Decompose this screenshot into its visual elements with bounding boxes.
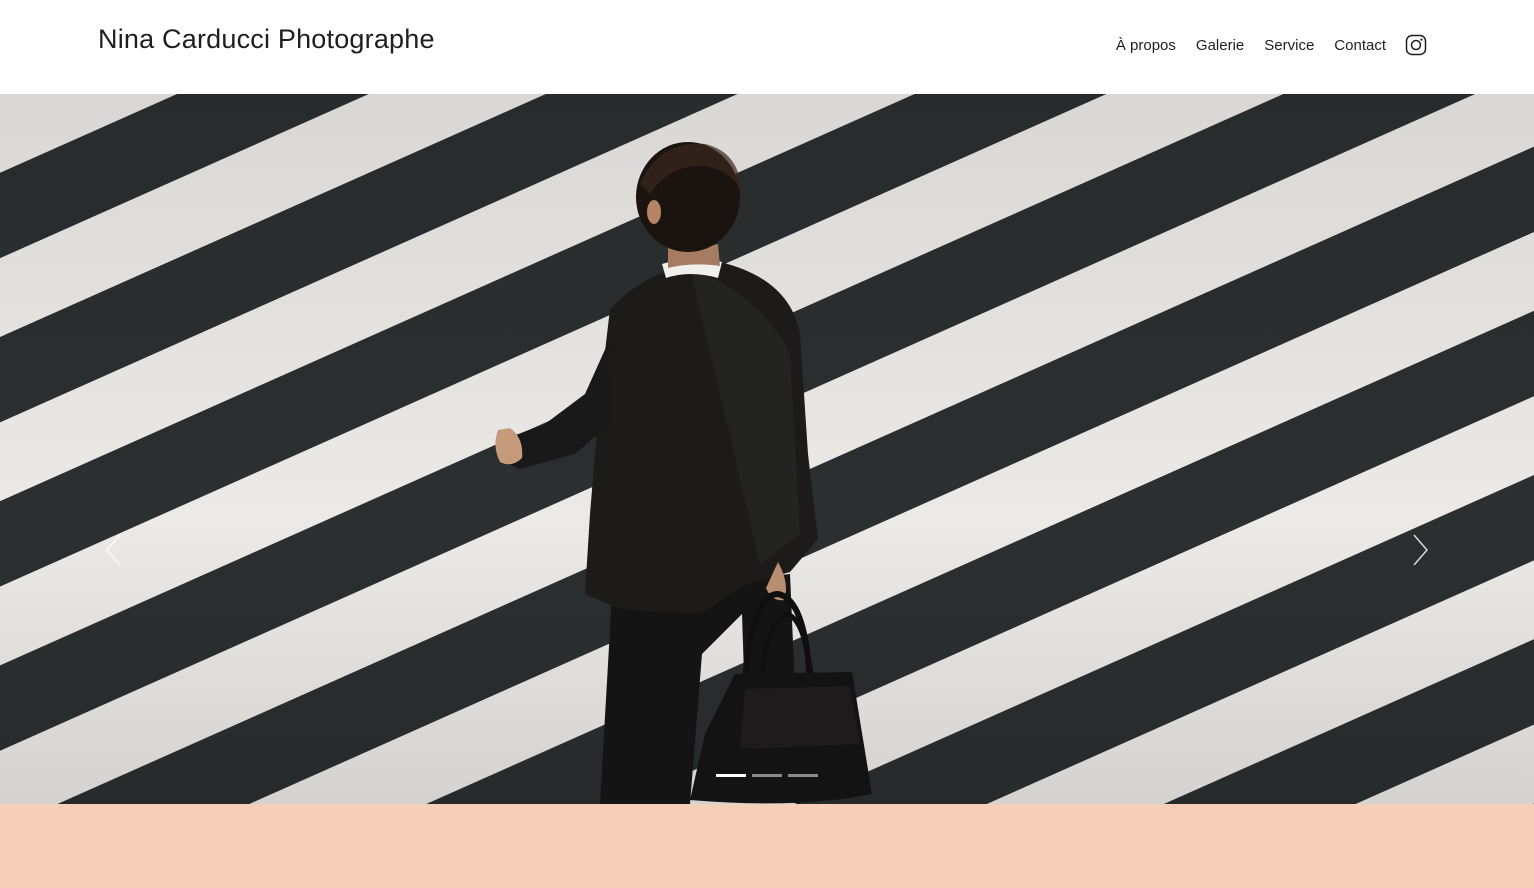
carousel-next-button[interactable] xyxy=(1400,526,1440,574)
nav-link-a-propos[interactable]: À propos xyxy=(1116,37,1176,54)
site-title[interactable]: Nina Carducci Photographe xyxy=(98,24,435,55)
carousel-indicator-1[interactable] xyxy=(716,774,746,777)
hero-carousel xyxy=(0,94,1534,804)
carousel-indicator-3[interactable] xyxy=(788,774,818,777)
chevron-left-icon xyxy=(106,534,121,566)
chevron-right-icon xyxy=(1413,534,1428,566)
carousel-indicator-2[interactable] xyxy=(752,774,782,777)
hero-photo xyxy=(0,94,1534,804)
nav-link-service[interactable]: Service xyxy=(1264,37,1314,54)
nav-link-galerie[interactable]: Galerie xyxy=(1196,37,1244,54)
peach-section-band xyxy=(0,804,1534,888)
nav-link-contact[interactable]: Contact xyxy=(1334,37,1386,54)
carousel-indicators xyxy=(716,774,824,777)
instagram-icon[interactable] xyxy=(1405,34,1427,56)
site-header: Nina Carducci Photographe À propos Galer… xyxy=(0,0,1534,94)
carousel-prev-button[interactable] xyxy=(94,526,134,574)
main-nav: À propos Galerie Service Contact xyxy=(1116,32,1427,58)
